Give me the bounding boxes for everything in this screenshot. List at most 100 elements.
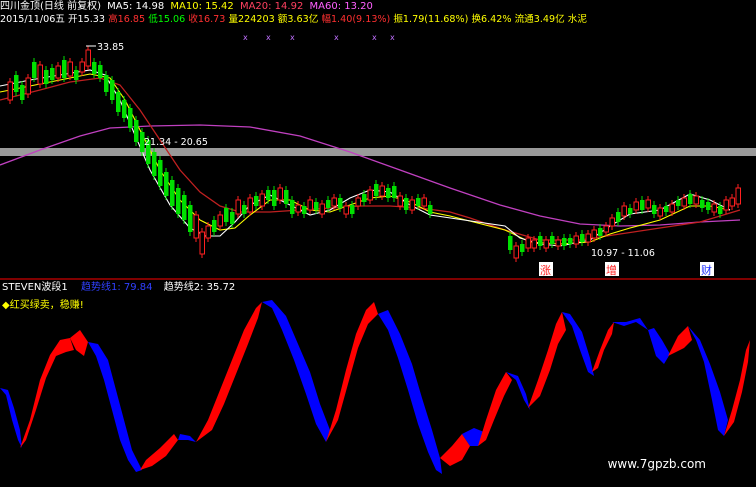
indicator-name[interactable]: STEVEN波段1 bbox=[2, 282, 68, 293]
candle bbox=[37, 64, 43, 85]
candle bbox=[128, 108, 133, 128]
buy-ribbon bbox=[70, 330, 88, 356]
candle bbox=[645, 199, 651, 209]
candle bbox=[212, 220, 217, 232]
candle bbox=[62, 60, 67, 78]
candle bbox=[14, 75, 19, 92]
candle bbox=[397, 195, 403, 207]
candle bbox=[331, 197, 337, 207]
candle bbox=[669, 203, 675, 213]
buy-ribbon bbox=[478, 372, 512, 446]
peak-price-label: 33.85 bbox=[97, 42, 124, 53]
oscillator-ribbons bbox=[0, 300, 750, 474]
candle bbox=[158, 160, 163, 186]
candle bbox=[254, 196, 259, 206]
event-marker: x bbox=[266, 33, 271, 42]
trend-line-2: 趋势线2: 35.72 bbox=[163, 282, 236, 293]
candle bbox=[355, 197, 361, 207]
event-marker: x bbox=[390, 33, 395, 42]
candle bbox=[573, 235, 579, 245]
candle bbox=[362, 194, 367, 202]
candle bbox=[729, 197, 735, 207]
buy-ribbon bbox=[592, 322, 614, 372]
buy-ribbon bbox=[140, 434, 178, 470]
candle bbox=[164, 172, 169, 196]
candle bbox=[543, 239, 549, 249]
sell-ribbon bbox=[562, 312, 594, 376]
event-marker: x bbox=[243, 33, 248, 42]
candle bbox=[508, 236, 513, 250]
sell-ribbon bbox=[506, 372, 530, 410]
candle bbox=[92, 62, 97, 74]
candle bbox=[525, 237, 531, 249]
price-band bbox=[0, 148, 756, 156]
candle bbox=[633, 201, 639, 211]
candle bbox=[230, 212, 235, 224]
candlestick-chart[interactable]: x x x x x x 33.85 21.34 - 20.65 10.97 - … bbox=[0, 0, 756, 280]
candle bbox=[307, 199, 313, 211]
candle bbox=[609, 217, 615, 227]
candle bbox=[188, 205, 193, 232]
candle bbox=[134, 120, 139, 142]
candle bbox=[428, 205, 433, 214]
candle bbox=[513, 245, 519, 259]
candle bbox=[170, 180, 175, 206]
marker-zhang[interactable]: 涨 bbox=[540, 264, 551, 277]
sell-ribbon bbox=[0, 388, 22, 448]
marker-cai[interactable]: 财 bbox=[701, 263, 712, 277]
candle bbox=[55, 65, 61, 79]
candle bbox=[598, 228, 603, 236]
candle bbox=[555, 239, 561, 247]
candle bbox=[585, 233, 591, 243]
candle bbox=[25, 77, 31, 95]
candle bbox=[32, 62, 37, 78]
candle bbox=[350, 205, 355, 214]
candle bbox=[122, 100, 127, 118]
candle bbox=[657, 207, 663, 217]
candle bbox=[718, 206, 723, 214]
buy-ribbon bbox=[440, 434, 470, 466]
sell-ribbon bbox=[178, 434, 196, 442]
event-marker: x bbox=[290, 33, 295, 42]
watermark: www.7gpzb.com bbox=[607, 457, 706, 471]
sell-ribbon bbox=[612, 318, 648, 330]
candle bbox=[538, 236, 543, 246]
candle bbox=[104, 75, 109, 92]
suspension-gap bbox=[470, 163, 500, 263]
trend-line-1: 趋势线1: 79.84 bbox=[80, 282, 153, 293]
candle bbox=[591, 229, 597, 239]
candle bbox=[272, 190, 277, 206]
sell-ribbon bbox=[262, 300, 330, 442]
range-label-1: 21.34 - 20.65 bbox=[144, 137, 208, 148]
candle bbox=[706, 202, 711, 210]
sell-ribbon bbox=[688, 326, 728, 436]
marker-zeng[interactable]: 增 bbox=[606, 263, 617, 277]
candle bbox=[7, 81, 13, 101]
event-markers: x x x x x x bbox=[243, 33, 395, 42]
candle bbox=[404, 198, 409, 210]
candle bbox=[277, 187, 283, 201]
candle bbox=[723, 199, 729, 211]
candle bbox=[374, 184, 379, 196]
candle bbox=[550, 236, 555, 244]
candle bbox=[386, 188, 391, 198]
candle bbox=[50, 68, 55, 80]
candle bbox=[247, 197, 253, 213]
sell-ribbon bbox=[648, 328, 670, 364]
candle bbox=[640, 200, 645, 210]
candle bbox=[295, 204, 301, 213]
candle bbox=[652, 205, 657, 214]
candle bbox=[176, 188, 181, 214]
candle bbox=[562, 238, 567, 246]
candle bbox=[681, 197, 687, 207]
candle bbox=[44, 70, 49, 84]
buy-ribbon bbox=[724, 340, 750, 436]
candle bbox=[182, 195, 187, 220]
buy-ribbon bbox=[528, 312, 566, 408]
candle bbox=[152, 152, 157, 176]
candle bbox=[531, 239, 537, 249]
candle bbox=[664, 206, 669, 212]
candle bbox=[421, 197, 427, 207]
range-label-2: 10.97 - 11.06 bbox=[591, 248, 655, 259]
candle bbox=[85, 49, 91, 67]
